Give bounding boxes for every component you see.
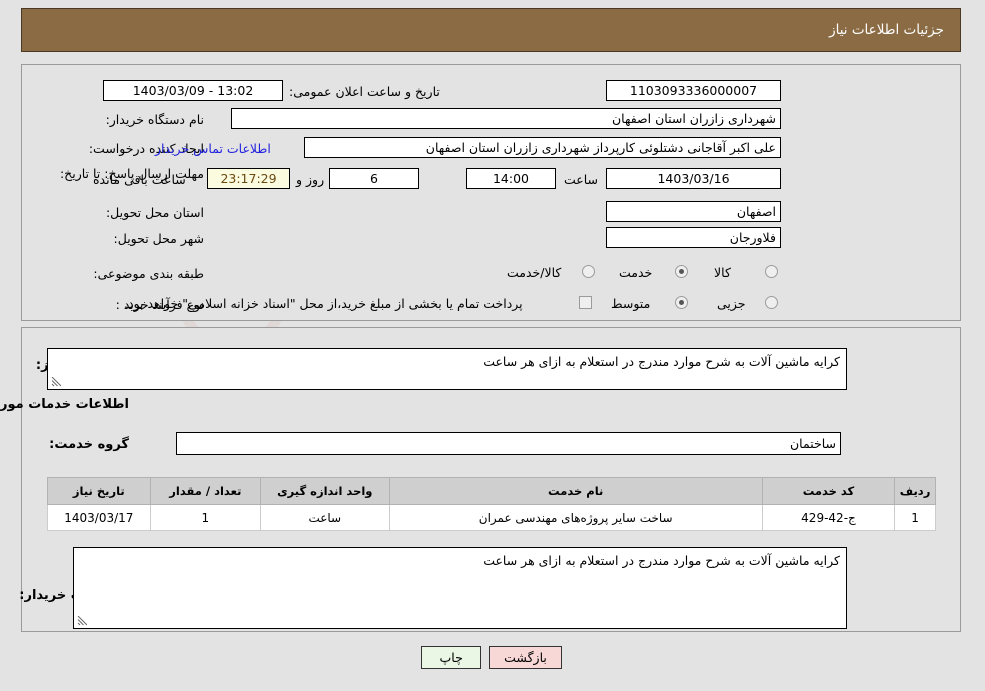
need-number-value: 1103093336000007 <box>607 80 782 101</box>
service-group-label: گروه خدمت: <box>50 437 130 452</box>
radio-category-khedmat[interactable] <box>676 265 689 278</box>
th-need-date: تاریخ نیاز <box>48 477 152 505</box>
islamic-treasury-checkbox[interactable] <box>580 296 593 309</box>
table-header-row: ردیف کد خدمت نام خدمت واحد اندازه گیری ت… <box>48 477 937 505</box>
radio-category-kala[interactable] <box>766 265 779 278</box>
subject-category-label: طبقه بندی موضوعی: <box>94 266 205 281</box>
th-quantity: تعداد / مقدار <box>150 477 263 505</box>
resize-grip-icon[interactable] <box>52 377 62 387</box>
request-creator-value: علی اکبر آقاجانی دشتلوئی کارپرداز شهردار… <box>305 137 782 158</box>
table-row: 1 ج-42-429 ساخت سایر پروژه‌های مهندسی عم… <box>48 504 937 531</box>
buyer-org-value: شهرداری زازران استان اصفهان <box>232 108 782 129</box>
remaining-days-value: 6 <box>330 168 420 189</box>
page-title-bar: جزئیات اطلاعات نیاز <box>22 8 962 52</box>
delivery-city-value: فلاورجان <box>607 227 782 248</box>
buyer-org-label: نام دستگاه خریدار: <box>106 112 205 127</box>
deadline-hour-value: 14:00 <box>467 168 557 189</box>
need-info-panel <box>22 64 962 321</box>
need-summary-value: کرایه ماشین آلات به شرح موارد مندرج در ا… <box>484 354 841 369</box>
buyer-notes-value: کرایه ماشین آلات به شرح موارد مندرج در ا… <box>484 553 841 568</box>
td-service-name: ساخت سایر پروژه‌های مهندسی عمران <box>389 504 764 531</box>
print-button[interactable]: چاپ <box>422 646 483 669</box>
th-service-code: کد خدمت <box>762 477 897 505</box>
radio-process-jozii[interactable] <box>766 296 779 309</box>
th-row-no: ردیف <box>895 477 937 505</box>
service-group-value: ساختمان <box>177 432 842 455</box>
radio-process-motevaset-label: متوسط <box>612 296 652 311</box>
radio-category-khedmat-label: خدمت <box>620 265 654 280</box>
td-unit: ساعت <box>261 504 391 531</box>
deadline-hour-label: ساعت <box>565 172 600 187</box>
buyer-contact-link[interactable]: اطلاعات تماس خریدار <box>156 141 272 156</box>
countdown-timer-value: 23:17:29 <box>208 168 291 189</box>
radio-category-kala-khedmat[interactable] <box>583 265 596 278</box>
announce-date-label: تاریخ و ساعت اعلان عمومی: <box>290 84 441 99</box>
td-need-date: 1403/03/17 <box>48 504 152 531</box>
page-root: AriaTender.net جزئیات اطلاعات نیاز شماره… <box>0 0 985 691</box>
footer-button-row: بازگشت چاپ <box>0 646 985 669</box>
td-service-code: ج-42-429 <box>762 504 897 531</box>
need-summary-textarea[interactable]: کرایه ماشین آلات به شرح موارد مندرج در ا… <box>48 348 848 390</box>
td-row-no: 1 <box>895 504 937 531</box>
buyer-notes-textarea[interactable]: کرایه ماشین آلات به شرح موارد مندرج در ا… <box>74 547 848 629</box>
resize-grip-icon-2[interactable] <box>78 616 88 626</box>
page-title: جزئیات اطلاعات نیاز <box>830 22 945 38</box>
services-section-heading: اطلاعات خدمات مورد نیاز <box>0 397 130 412</box>
islamic-treasury-note: پرداخت تمام یا بخشی از مبلغ خرید،از محل … <box>125 296 524 311</box>
radio-process-jozii-label: جزیی <box>718 296 747 311</box>
deadline-date-value: 1403/03/16 <box>607 168 782 189</box>
back-button[interactable]: بازگشت <box>490 646 563 669</box>
services-table: ردیف کد خدمت نام خدمت واحد اندازه گیری ت… <box>48 477 937 531</box>
th-service-name: نام خدمت <box>389 477 764 505</box>
radio-process-motevaset[interactable] <box>676 296 689 309</box>
remaining-days-label: روز و <box>297 172 326 187</box>
radio-category-kala-label: کالا <box>715 265 732 280</box>
delivery-city-label: شهر محل تحویل: <box>114 231 205 246</box>
delivery-province-value: اصفهان <box>607 201 782 222</box>
radio-category-kala-khedmat-label: کالا/خدمت <box>508 265 563 280</box>
th-unit: واحد اندازه گیری <box>261 477 391 505</box>
delivery-province-label: استان محل تحویل: <box>106 205 205 220</box>
announce-date-value: 13:02 - 1403/03/09 <box>104 80 284 101</box>
td-quantity: 1 <box>150 504 263 531</box>
countdown-timer-label: ساعت باقی مانده <box>94 172 187 187</box>
